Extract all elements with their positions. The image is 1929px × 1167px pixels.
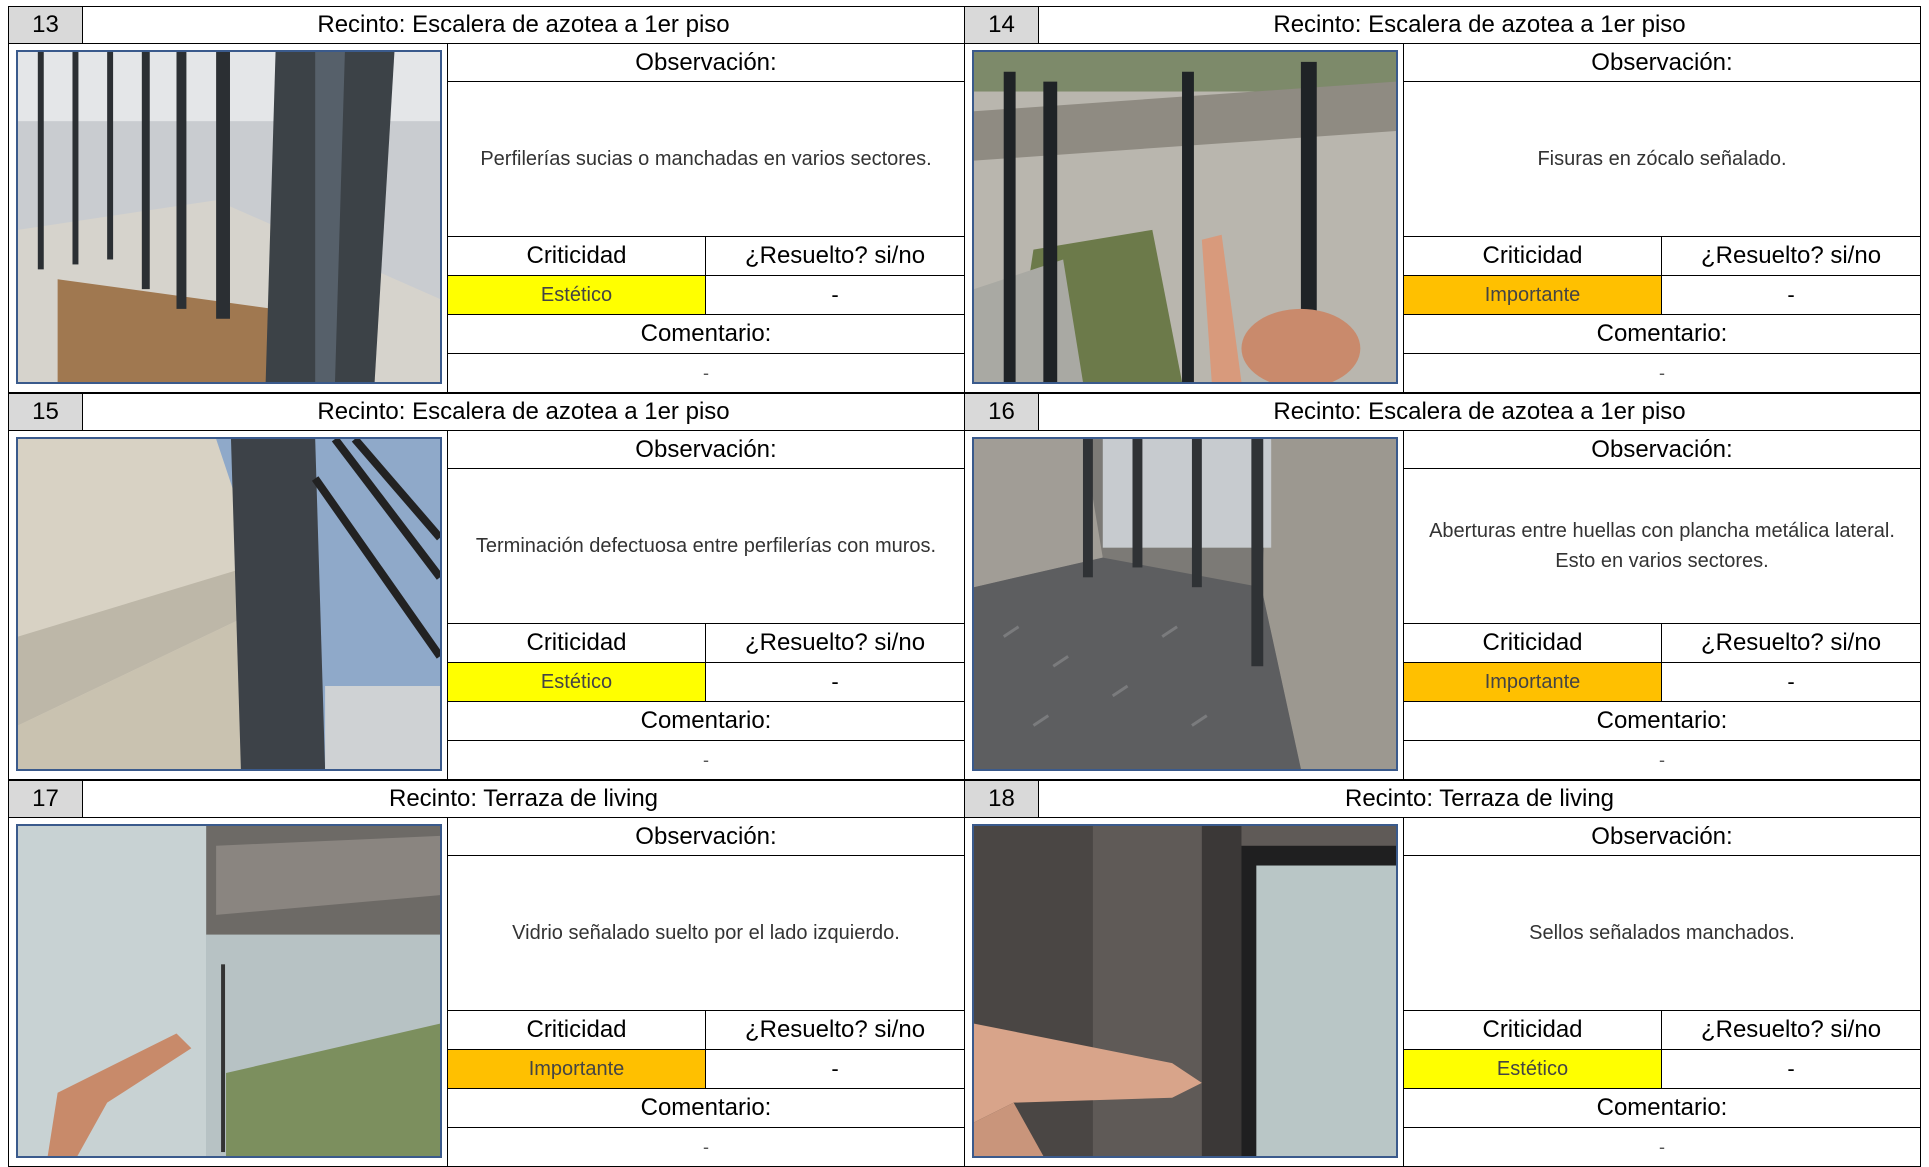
criticidad-value: Estético <box>448 276 706 314</box>
resuelto-header: ¿Resuelto? si/no <box>744 629 926 656</box>
observacion-text: Fisuras en zócalo señalado. <box>1537 148 1787 170</box>
recinto-title: Recinto: Terraza de living <box>1344 785 1615 812</box>
criticidad-value: Estético <box>1404 1050 1662 1088</box>
card-header: 18 Recinto: Terraza de living <box>964 780 1921 818</box>
criticidad-header: Criticidad <box>448 237 706 275</box>
photo-cell <box>8 44 448 393</box>
resuelto-value: - <box>1787 669 1795 694</box>
resuelto-header: ¿Resuelto? si/no <box>744 242 926 269</box>
inspection-card: 16 Recinto: Escalera de azotea a 1er pis… <box>964 393 1921 780</box>
resuelto-value: - <box>831 282 839 307</box>
info-panel: Observación: Fisuras en zócalo señalado.… <box>1404 44 1921 393</box>
criticidad-header: Criticidad <box>448 1011 706 1049</box>
recinto-title: Recinto: Escalera de azotea a 1er piso <box>1273 11 1686 38</box>
inspection-card: 17 Recinto: Terraza de living Observació… <box>8 780 965 1167</box>
inspection-card: 15 Recinto: Escalera de azotea a 1er pis… <box>8 393 965 780</box>
comentario-label: Comentario: <box>1596 707 1728 734</box>
item-number: 14 <box>965 7 1039 43</box>
info-panel: Observación: Sellos señalados manchados.… <box>1404 818 1921 1167</box>
recinto-title: Recinto: Escalera de azotea a 1er piso <box>317 398 730 425</box>
photo-cell <box>8 431 448 780</box>
resuelto-header: ¿Resuelto? si/no <box>1700 1016 1882 1043</box>
resuelto-value: - <box>831 669 839 694</box>
criticidad-header: Criticidad <box>1404 1011 1662 1049</box>
item-number: 15 <box>9 394 83 430</box>
resuelto-header: ¿Resuelto? si/no <box>1700 242 1882 269</box>
info-panel: Observación: Aberturas entre huellas con… <box>1404 431 1921 780</box>
observacion-label: Observación: <box>1591 822 1733 850</box>
item-number: 17 <box>9 781 83 817</box>
observacion-text: Terminación defectuosa entre perfilerías… <box>475 535 937 557</box>
criticidad-value: Estético <box>448 663 706 701</box>
observacion-text: Vidrio señalado suelto por el lado izqui… <box>512 922 900 944</box>
window-seal-photo <box>972 824 1398 1158</box>
inspection-card: 14 Recinto: Escalera de azotea a 1er pis… <box>964 6 1921 393</box>
card-header: 16 Recinto: Escalera de azotea a 1er pis… <box>964 393 1921 431</box>
comentario-label: Comentario: <box>640 320 772 347</box>
comentario-value: - <box>703 749 709 770</box>
comentario-label: Comentario: <box>640 707 772 734</box>
resuelto-value: - <box>831 1056 839 1081</box>
observacion-label: Observación: <box>635 48 777 76</box>
criticidad-header: Criticidad <box>448 624 706 662</box>
item-number: 13 <box>9 7 83 43</box>
resuelto-header: ¿Resuelto? si/no <box>744 1016 926 1043</box>
card-header: 15 Recinto: Escalera de azotea a 1er pis… <box>8 393 965 431</box>
card-header: 14 Recinto: Escalera de azotea a 1er pis… <box>964 6 1921 44</box>
observacion-text: Perfilerías sucias o manchadas en varios… <box>480 148 932 170</box>
comentario-label: Comentario: <box>1596 1094 1728 1121</box>
resuelto-value: - <box>1787 282 1795 307</box>
wall-junction-photo <box>16 437 442 771</box>
info-panel: Observación: Terminación defectuosa entr… <box>448 431 965 780</box>
criticidad-header: Criticidad <box>1404 624 1662 662</box>
info-panel: Observación: Vidrio señalado suelto por … <box>448 818 965 1167</box>
criticidad-value: Importante <box>448 1050 706 1088</box>
observacion-text: Sellos señalados manchados. <box>1529 922 1795 944</box>
observacion-label: Observación: <box>1591 48 1733 76</box>
resuelto-header: ¿Resuelto? si/no <box>1700 629 1882 656</box>
comentario-value: - <box>1659 749 1665 770</box>
comentario-label: Comentario: <box>640 1094 772 1121</box>
recinto-title: Recinto: Escalera de azotea a 1er piso <box>317 11 730 38</box>
comentario-value: - <box>1659 362 1665 383</box>
photo-cell <box>8 818 448 1167</box>
railing-photo <box>16 50 442 384</box>
criticidad-value: Importante <box>1404 276 1662 314</box>
criticidad-value: Importante <box>1404 663 1662 701</box>
card-header: 13 Recinto: Escalera de azotea a 1er pis… <box>8 6 965 44</box>
metal-step-photo <box>972 437 1398 771</box>
comentario-value: - <box>1659 1136 1665 1157</box>
wall-crack-photo <box>972 50 1398 384</box>
photo-cell <box>964 818 1404 1167</box>
observacion-text: Aberturas entre huellas con plancha metá… <box>1429 520 1895 572</box>
comentario-label: Comentario: <box>1596 320 1728 347</box>
inspection-card: 13 Recinto: Escalera de azotea a 1er pis… <box>8 6 965 393</box>
criticidad-header: Criticidad <box>1404 237 1662 275</box>
observacion-label: Observación: <box>635 822 777 850</box>
info-panel: Observación: Perfilerías sucias o mancha… <box>448 44 965 393</box>
recinto-title: Recinto: Terraza de living <box>388 785 659 812</box>
observacion-label: Observación: <box>635 435 777 463</box>
glass-railing-photo <box>16 824 442 1158</box>
item-number: 18 <box>965 781 1039 817</box>
photo-cell <box>964 431 1404 780</box>
comentario-value: - <box>703 362 709 383</box>
recinto-title: Recinto: Escalera de azotea a 1er piso <box>1273 398 1686 425</box>
photo-cell <box>964 44 1404 393</box>
observacion-label: Observación: <box>1591 435 1733 463</box>
inspection-card: 18 Recinto: Terraza de living Observació… <box>964 780 1921 1167</box>
card-header: 17 Recinto: Terraza de living <box>8 780 965 818</box>
item-number: 16 <box>965 394 1039 430</box>
resuelto-value: - <box>1787 1056 1795 1081</box>
comentario-value: - <box>703 1136 709 1157</box>
